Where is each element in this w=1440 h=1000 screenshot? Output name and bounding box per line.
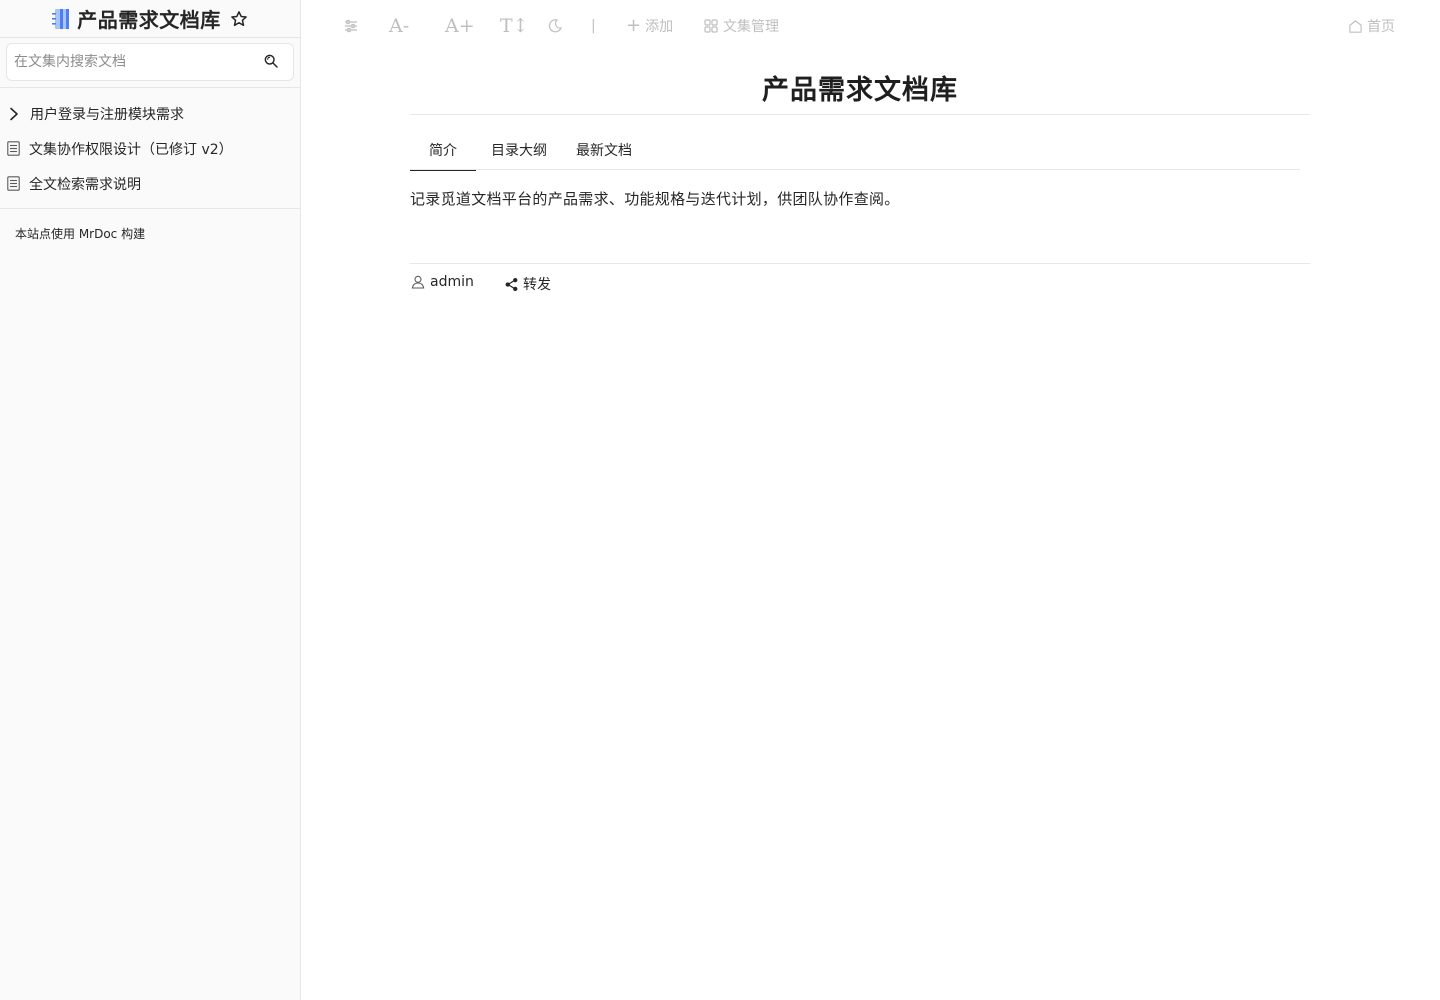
home-icon	[1348, 19, 1363, 34]
share-button[interactable]: 转发	[503, 274, 551, 294]
tree-item-login-register[interactable]: 用户登录与注册模块需求	[0, 96, 300, 131]
font-decrease-button[interactable]: A-	[389, 14, 409, 38]
tab-intro[interactable]: 简介	[410, 140, 476, 171]
collection-description: 记录觅道文档平台的产品需求、功能规格与迭代计划，供团队协作查阅。	[410, 171, 1310, 264]
main-content: 产品需求文档库 简介 目录大纲 最新文档 记录觅道文档平台的产品需求、功能规格与…	[410, 52, 1310, 304]
book-icon	[51, 8, 71, 30]
tree-item-label: 文集协作权限设计（已修订 v2）	[29, 141, 233, 158]
settings-sliders-icon[interactable]	[344, 14, 358, 38]
search-icon[interactable]	[263, 53, 281, 71]
sidebar-footer: 本站点使用 MrDoc 构建	[0, 208, 300, 242]
meta-bar: admin 转发	[410, 264, 1310, 304]
sidebar-header: 产品需求文档库	[0, 0, 300, 38]
author-name: admin	[430, 274, 474, 290]
share-icon	[503, 276, 519, 292]
tab-outline[interactable]: 目录大纲	[491, 140, 547, 170]
document-icon	[6, 176, 20, 192]
font-increase-button[interactable]: A+	[445, 14, 475, 38]
grid-icon	[704, 19, 718, 33]
tab-latest-docs[interactable]: 最新文档	[576, 140, 632, 170]
powered-by-text[interactable]: 本站点使用 MrDoc 构建	[15, 227, 145, 241]
collection-title[interactable]: 产品需求文档库	[77, 4, 221, 33]
search-box	[6, 43, 294, 81]
page-title: 产品需求文档库	[410, 52, 1310, 115]
tree-item-label: 用户登录与注册模块需求	[30, 106, 184, 123]
tab-bar: 简介 目录大纲 最新文档	[410, 115, 1310, 171]
toolbar-separator: |	[591, 18, 596, 34]
sidebar-search-area	[0, 38, 300, 88]
doc-tree: 用户登录与注册模块需求 文集协作权限设计（已修订 v2） 全文检索需求说明	[0, 96, 300, 201]
tree-item-permission-design[interactable]: 文集协作权限设计（已修订 v2）	[0, 131, 300, 166]
add-button[interactable]: + 添加	[626, 14, 673, 38]
moon-icon[interactable]	[547, 14, 563, 38]
collection-manage-button[interactable]: 文集管理	[704, 14, 779, 38]
home-button[interactable]: 首页	[1348, 14, 1395, 38]
sidebar: 产品需求文档库 用户登录与注册模块	[0, 0, 301, 1000]
document-icon	[6, 141, 20, 157]
font-family-toggle-button[interactable]: T↕	[500, 14, 529, 38]
star-icon[interactable]	[229, 9, 249, 29]
tree-item-fulltext-search[interactable]: 全文检索需求说明	[0, 166, 300, 201]
tree-item-label: 全文检索需求说明	[29, 176, 141, 193]
share-label: 转发	[523, 277, 551, 293]
author-link[interactable]: admin	[410, 274, 474, 290]
user-icon	[410, 274, 426, 290]
plus-icon: +	[626, 15, 642, 36]
tab-divider	[410, 169, 1300, 170]
chevron-right-icon[interactable]	[7, 107, 21, 121]
search-input[interactable]	[7, 44, 257, 80]
toolbar: A- A+ T↕ | + 添加 文集管理 首页	[301, 0, 1440, 52]
